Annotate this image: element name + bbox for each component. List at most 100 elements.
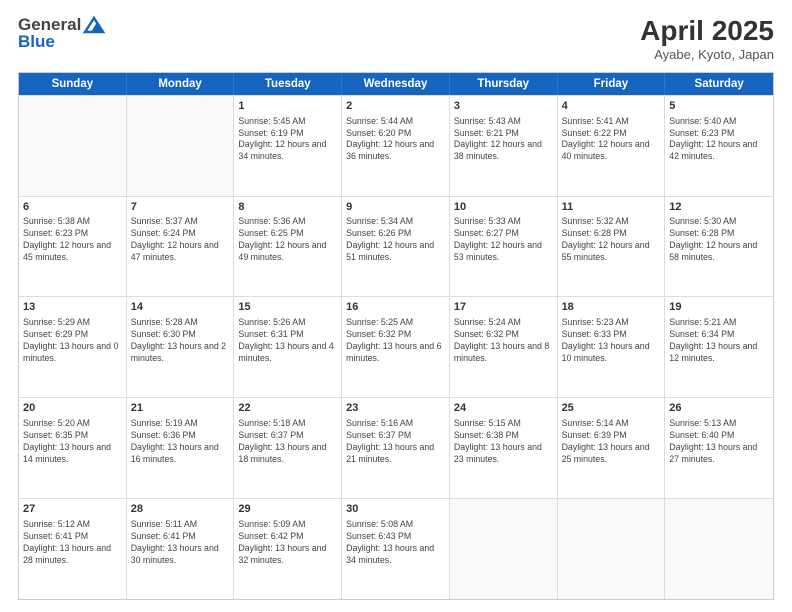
day-detail: Sunrise: 5:13 AM Sunset: 6:40 PM Dayligh… <box>669 418 769 466</box>
day-number: 16 <box>346 300 445 315</box>
day-detail: Sunrise: 5:37 AM Sunset: 6:24 PM Dayligh… <box>131 216 230 264</box>
day-number: 22 <box>238 401 337 416</box>
day-detail: Sunrise: 5:26 AM Sunset: 6:31 PM Dayligh… <box>238 317 337 365</box>
calendar-row: 27 Sunrise: 5:12 AM Sunset: 6:41 PM Dayli… <box>19 498 773 599</box>
day-number: 10 <box>454 200 553 215</box>
calendar-cell: 17 Sunrise: 5:24 AM Sunset: 6:32 PM Dayli… <box>450 297 558 397</box>
calendar-cell: 21 Sunrise: 5:19 AM Sunset: 6:36 PM Dayli… <box>127 398 235 498</box>
calendar-header-cell: Friday <box>558 73 666 95</box>
day-detail: Sunrise: 5:19 AM Sunset: 6:36 PM Dayligh… <box>131 418 230 466</box>
calendar-cell: 5Sunrise: 5:40 AM Sunset: 6:23 PM Daylig… <box>665 96 773 196</box>
day-number: 26 <box>669 401 769 416</box>
day-number: 3 <box>454 99 553 114</box>
calendar-cell: 9Sunrise: 5:34 AM Sunset: 6:26 PM Daylig… <box>342 197 450 297</box>
day-detail: Sunrise: 5:40 AM Sunset: 6:23 PM Dayligh… <box>669 116 769 164</box>
title-block: April 2025 Ayabe, Kyoto, Japan <box>640 16 774 62</box>
day-number: 11 <box>562 200 661 215</box>
day-detail: Sunrise: 5:23 AM Sunset: 6:33 PM Dayligh… <box>562 317 661 365</box>
day-detail: Sunrise: 5:43 AM Sunset: 6:21 PM Dayligh… <box>454 116 553 164</box>
calendar-cell: 12Sunrise: 5:30 AM Sunset: 6:28 PM Dayli… <box>665 197 773 297</box>
calendar-header-cell: Saturday <box>665 73 773 95</box>
day-number: 27 <box>23 502 122 517</box>
day-number: 21 <box>131 401 230 416</box>
calendar-cell: 26 Sunrise: 5:13 AM Sunset: 6:40 PM Dayli… <box>665 398 773 498</box>
day-detail: Sunrise: 5:29 AM Sunset: 6:29 PM Dayligh… <box>23 317 122 365</box>
calendar-header-cell: Monday <box>127 73 235 95</box>
calendar-cell: 16 Sunrise: 5:25 AM Sunset: 6:32 PM Dayli… <box>342 297 450 397</box>
day-detail: Sunrise: 5:30 AM Sunset: 6:28 PM Dayligh… <box>669 216 769 264</box>
day-number: 29 <box>238 502 337 517</box>
calendar-cell: 14Sunrise: 5:28 AM Sunset: 6:30 PM Dayli… <box>127 297 235 397</box>
day-detail: Sunrise: 5:25 AM Sunset: 6:32 PM Dayligh… <box>346 317 445 365</box>
day-detail: Sunrise: 5:11 AM Sunset: 6:41 PM Dayligh… <box>131 519 230 567</box>
calendar-cell: 19 Sunrise: 5:21 AM Sunset: 6:34 PM Dayli… <box>665 297 773 397</box>
logo-icon <box>83 16 105 34</box>
calendar-cell <box>127 96 235 196</box>
calendar-cell: 13 Sunrise: 5:29 AM Sunset: 6:29 PM Dayli… <box>19 297 127 397</box>
day-detail: Sunrise: 5:16 AM Sunset: 6:37 PM Dayligh… <box>346 418 445 466</box>
day-number: 7 <box>131 200 230 215</box>
logo: General Blue <box>18 16 105 51</box>
calendar-row: 6Sunrise: 5:38 AM Sunset: 6:23 PM Daylig… <box>19 196 773 297</box>
day-number: 8 <box>238 200 337 215</box>
calendar-row: 1Sunrise: 5:45 AM Sunset: 6:19 PM Daylig… <box>19 95 773 196</box>
day-detail: Sunrise: 5:09 AM Sunset: 6:42 PM Dayligh… <box>238 519 337 567</box>
calendar-cell: 6Sunrise: 5:38 AM Sunset: 6:23 PM Daylig… <box>19 197 127 297</box>
calendar-cell <box>558 499 666 599</box>
calendar-body: 1Sunrise: 5:45 AM Sunset: 6:19 PM Daylig… <box>19 95 773 599</box>
day-number: 1 <box>238 99 337 114</box>
calendar-cell: 20 Sunrise: 5:20 AM Sunset: 6:35 PM Dayli… <box>19 398 127 498</box>
calendar-cell: 30Sunrise: 5:08 AM Sunset: 6:43 PM Dayli… <box>342 499 450 599</box>
day-number: 23 <box>346 401 445 416</box>
day-detail: Sunrise: 5:18 AM Sunset: 6:37 PM Dayligh… <box>238 418 337 466</box>
calendar-cell: 27 Sunrise: 5:12 AM Sunset: 6:41 PM Dayli… <box>19 499 127 599</box>
logo-blue: Blue <box>18 33 55 52</box>
day-number: 13 <box>23 300 122 315</box>
subtitle: Ayabe, Kyoto, Japan <box>640 47 774 62</box>
day-detail: Sunrise: 5:41 AM Sunset: 6:22 PM Dayligh… <box>562 116 661 164</box>
calendar-header-cell: Sunday <box>19 73 127 95</box>
day-detail: Sunrise: 5:08 AM Sunset: 6:43 PM Dayligh… <box>346 519 445 567</box>
calendar-cell <box>450 499 558 599</box>
day-number: 17 <box>454 300 553 315</box>
calendar-cell: 22 Sunrise: 5:18 AM Sunset: 6:37 PM Dayli… <box>234 398 342 498</box>
day-detail: Sunrise: 5:20 AM Sunset: 6:35 PM Dayligh… <box>23 418 122 466</box>
calendar-row: 13 Sunrise: 5:29 AM Sunset: 6:29 PM Dayli… <box>19 296 773 397</box>
day-detail: Sunrise: 5:34 AM Sunset: 6:26 PM Dayligh… <box>346 216 445 264</box>
day-number: 9 <box>346 200 445 215</box>
calendar-cell: 15Sunrise: 5:26 AM Sunset: 6:31 PM Dayli… <box>234 297 342 397</box>
calendar-cell: 25Sunrise: 5:14 AM Sunset: 6:39 PM Dayli… <box>558 398 666 498</box>
calendar-cell <box>19 96 127 196</box>
calendar-cell: 1Sunrise: 5:45 AM Sunset: 6:19 PM Daylig… <box>234 96 342 196</box>
day-number: 28 <box>131 502 230 517</box>
day-detail: Sunrise: 5:12 AM Sunset: 6:41 PM Dayligh… <box>23 519 122 567</box>
day-detail: Sunrise: 5:14 AM Sunset: 6:39 PM Dayligh… <box>562 418 661 466</box>
day-detail: Sunrise: 5:32 AM Sunset: 6:28 PM Dayligh… <box>562 216 661 264</box>
page-header: General Blue April 2025 Ayabe, Kyoto, Ja… <box>18 16 774 62</box>
day-number: 20 <box>23 401 122 416</box>
calendar-cell: 4Sunrise: 5:41 AM Sunset: 6:22 PM Daylig… <box>558 96 666 196</box>
day-detail: Sunrise: 5:28 AM Sunset: 6:30 PM Dayligh… <box>131 317 230 365</box>
calendar-cell: 18 Sunrise: 5:23 AM Sunset: 6:33 PM Dayli… <box>558 297 666 397</box>
main-title: April 2025 <box>640 16 774 47</box>
calendar-header-cell: Wednesday <box>342 73 450 95</box>
calendar-cell: 10Sunrise: 5:33 AM Sunset: 6:27 PM Dayli… <box>450 197 558 297</box>
day-detail: Sunrise: 5:38 AM Sunset: 6:23 PM Dayligh… <box>23 216 122 264</box>
calendar-cell: 23 Sunrise: 5:16 AM Sunset: 6:37 PM Dayli… <box>342 398 450 498</box>
day-detail: Sunrise: 5:44 AM Sunset: 6:20 PM Dayligh… <box>346 116 445 164</box>
day-number: 12 <box>669 200 769 215</box>
day-number: 18 <box>562 300 661 315</box>
calendar: SundayMondayTuesdayWednesdayThursdayFrid… <box>18 72 774 600</box>
day-number: 24 <box>454 401 553 416</box>
calendar-header-cell: Thursday <box>450 73 558 95</box>
day-number: 19 <box>669 300 769 315</box>
day-detail: Sunrise: 5:24 AM Sunset: 6:32 PM Dayligh… <box>454 317 553 365</box>
calendar-cell: 7Sunrise: 5:37 AM Sunset: 6:24 PM Daylig… <box>127 197 235 297</box>
day-number: 6 <box>23 200 122 215</box>
calendar-header-cell: Tuesday <box>234 73 342 95</box>
day-detail: Sunrise: 5:36 AM Sunset: 6:25 PM Dayligh… <box>238 216 337 264</box>
day-detail: Sunrise: 5:21 AM Sunset: 6:34 PM Dayligh… <box>669 317 769 365</box>
calendar-cell: 3 Sunrise: 5:43 AM Sunset: 6:21 PM Daylig… <box>450 96 558 196</box>
day-number: 2 <box>346 99 445 114</box>
calendar-row: 20 Sunrise: 5:20 AM Sunset: 6:35 PM Dayli… <box>19 397 773 498</box>
